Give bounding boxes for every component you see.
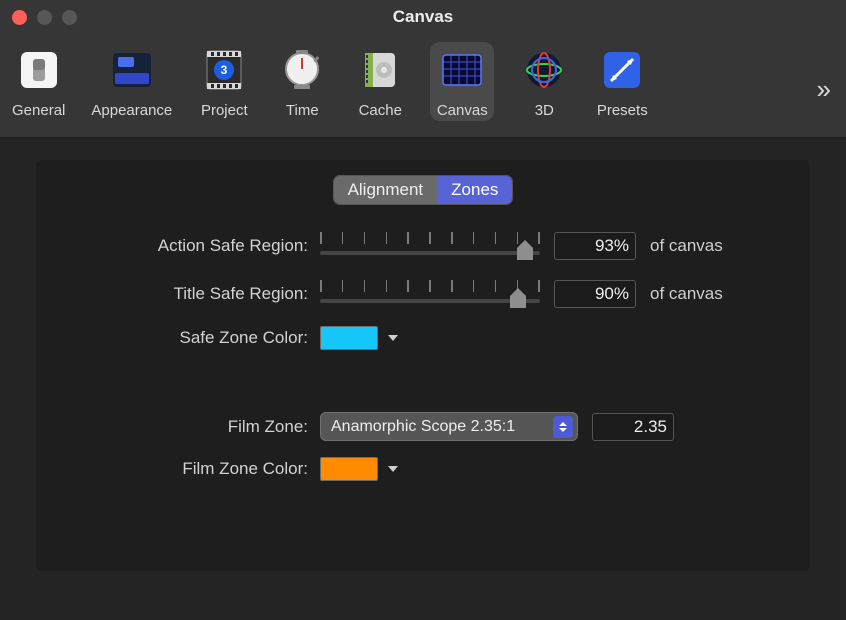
film-zone-color-swatch[interactable] (320, 457, 378, 481)
film-zone-color-well[interactable] (320, 457, 402, 481)
chevron-down-icon[interactable] (384, 329, 402, 347)
titlebar: Canvas (0, 0, 846, 34)
toolbar-overflow-icon[interactable]: » (817, 74, 836, 105)
film-zone-popup[interactable]: Anamorphic Scope 2.35:1 (320, 412, 578, 441)
toolbar-item-label: General (12, 102, 65, 119)
safe-zone-color-label: Safe Zone Color: (58, 328, 308, 348)
title-safe-region-label: Title Safe Region: (58, 284, 308, 304)
canvas-icon (436, 44, 488, 96)
toolbar-item-appearance[interactable]: Appearance (89, 42, 174, 121)
toolbar-item-time[interactable]: Time (274, 42, 330, 121)
tab-zones[interactable]: Zones (437, 176, 512, 204)
cache-icon (354, 44, 406, 96)
safe-zone-color-swatch[interactable] (320, 326, 378, 350)
action-safe-region-label: Action Safe Region: (58, 236, 308, 256)
preferences-toolbar: General Appearance (0, 34, 846, 138)
film-zone-ratio-field[interactable]: 2.35 (592, 413, 674, 441)
canvas-preferences-pane: Alignment Zones Action Safe Region: 93% … (36, 160, 810, 571)
3d-icon (518, 44, 570, 96)
title-safe-region-value: 90% (595, 284, 629, 304)
toolbar-item-project[interactable]: 3 Project (196, 42, 252, 121)
toolbar-item-label: Canvas (437, 102, 488, 119)
presets-icon (596, 44, 648, 96)
film-zone-label: Film Zone: (58, 417, 308, 437)
film-zone-color-label: Film Zone Color: (58, 459, 308, 479)
toolbar-item-label: Project (201, 102, 248, 119)
action-safe-region-suffix: of canvas (650, 236, 723, 256)
popup-arrows-icon (553, 416, 573, 438)
film-zone-selection: Anamorphic Scope 2.35:1 (331, 418, 515, 436)
svg-text:3: 3 (221, 63, 228, 77)
toolbar-item-3d[interactable]: 3D (516, 42, 572, 121)
title-safe-region-suffix: of canvas (650, 284, 723, 304)
toolbar-item-presets[interactable]: Presets (594, 42, 650, 121)
safe-zone-color-well[interactable] (320, 326, 402, 350)
time-icon (276, 44, 328, 96)
appearance-icon (106, 44, 158, 96)
action-safe-region-slider[interactable] (320, 230, 540, 262)
toolbar-item-cache[interactable]: Cache (352, 42, 408, 121)
chevron-down-icon[interactable] (384, 460, 402, 478)
action-safe-region-value: 93% (595, 236, 629, 256)
action-safe-region-field[interactable]: 93% (554, 232, 636, 260)
toolbar-item-canvas[interactable]: Canvas (430, 42, 494, 121)
tab-alignment[interactable]: Alignment (334, 176, 438, 204)
project-icon: 3 (198, 44, 250, 96)
toolbar-item-label: Appearance (91, 102, 172, 119)
canvas-subtab-control: Alignment Zones (58, 176, 788, 204)
content-area: Alignment Zones Action Safe Region: 93% … (0, 138, 846, 593)
title-safe-region-slider[interactable] (320, 278, 540, 310)
toolbar-item-label: 3D (535, 102, 554, 119)
film-zone-ratio-value: 2.35 (634, 417, 667, 437)
toolbar-item-label: Cache (359, 102, 402, 119)
window-title: Canvas (0, 7, 846, 27)
toolbar-item-label: Time (286, 102, 319, 119)
title-safe-region-field[interactable]: 90% (554, 280, 636, 308)
general-icon (13, 44, 65, 96)
toolbar-item-general[interactable]: General (10, 42, 67, 121)
spacer (58, 366, 308, 396)
spacer (320, 366, 788, 396)
toolbar-item-label: Presets (597, 102, 648, 119)
